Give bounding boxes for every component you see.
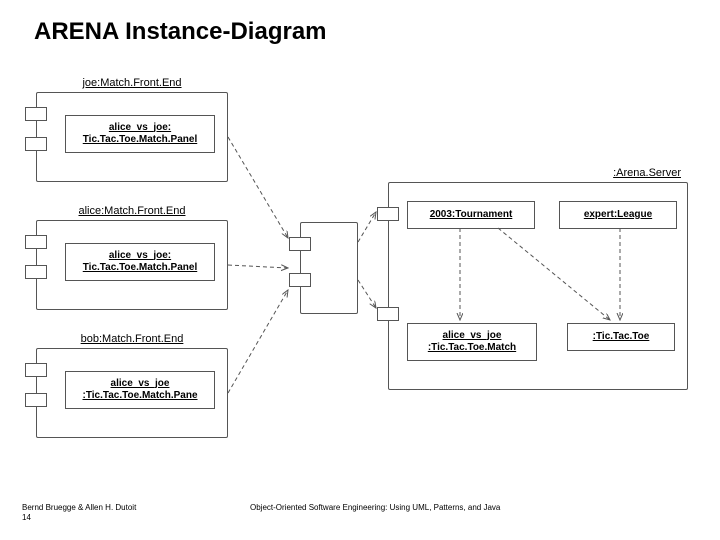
component-connector [300, 222, 358, 314]
component-joe-frontend: joe:Match.Front.End alice_vs_joe: Tic.Ta… [36, 92, 228, 182]
instance-label-line2: Tic.Tac.Toe.Match.Panel [70, 134, 210, 147]
footer-authors: Bernd Bruegge & Allen H. Dutoit [22, 503, 136, 512]
instance-label: :Tic.Tac.Toe [572, 331, 670, 344]
instance-label-line2: :Tic.Tac.Toe.Match.Pane [70, 390, 210, 403]
instance-label-line1: alice_vs_joe [70, 378, 210, 391]
component-tab-icon [25, 235, 47, 249]
component-tab-icon [377, 307, 399, 321]
instance-match-panel: alice_vs_joe: Tic.Tac.Toe.Match.Panel [65, 243, 215, 281]
component-arena-server: :Arena.Server 2003:Tournament expert:Lea… [388, 182, 688, 390]
instance-label-line2: :Tic.Tac.Toe.Match [412, 342, 532, 355]
component-tab-icon [25, 137, 47, 151]
component-alice-frontend: alice:Match.Front.End alice_vs_joe: Tic.… [36, 220, 228, 310]
instance-label: 2003:Tournament [412, 209, 530, 222]
component-header: bob:Match.Front.End [81, 333, 184, 345]
instance-match-panel: alice_vs_joe: Tic.Tac.Toe.Match.Panel [65, 115, 215, 153]
component-bob-frontend: bob:Match.Front.End alice_vs_joe :Tic.Ta… [36, 348, 228, 438]
footer-page-number: 14 [22, 513, 31, 522]
component-tab-icon [377, 207, 399, 221]
instance-label: expert:League [564, 209, 672, 222]
instance-match: alice_vs_joe :Tic.Tac.Toe.Match [407, 323, 537, 361]
component-tab-icon [289, 237, 311, 251]
page-title: ARENA Instance-Diagram [34, 18, 327, 46]
component-header: :Arena.Server [613, 167, 681, 179]
instance-label-line1: alice_vs_joe: [70, 122, 210, 135]
instance-match-panel: alice_vs_joe :Tic.Tac.Toe.Match.Pane [65, 371, 215, 409]
component-tab-icon [25, 265, 47, 279]
component-header: alice:Match.Front.End [79, 205, 186, 217]
instance-league: expert:League [559, 201, 677, 229]
footer-book-title: Object-Oriented Software Engineering: Us… [250, 503, 500, 512]
component-tab-icon [25, 107, 47, 121]
component-tab-icon [25, 363, 47, 377]
instance-label-line1: alice_vs_joe: [70, 250, 210, 263]
instance-game: :Tic.Tac.Toe [567, 323, 675, 351]
component-header: joe:Match.Front.End [82, 77, 181, 89]
component-tab-icon [25, 393, 47, 407]
instance-diagram: joe:Match.Front.End alice_vs_joe: Tic.Ta… [20, 70, 700, 460]
instance-label-line1: alice_vs_joe [412, 330, 532, 343]
instance-label-line2: Tic.Tac.Toe.Match.Panel [70, 262, 210, 275]
component-tab-icon [289, 273, 311, 287]
instance-tournament: 2003:Tournament [407, 201, 535, 229]
